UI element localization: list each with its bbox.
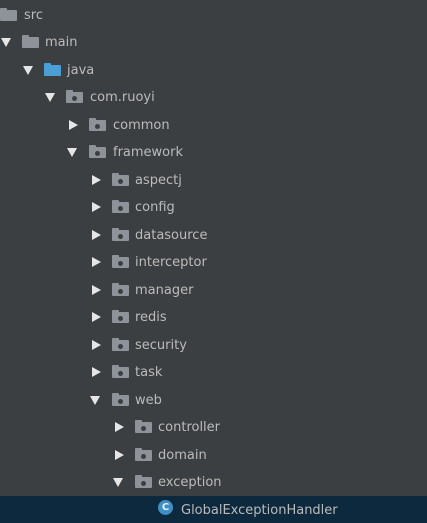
tree-node-manager[interactable]: manager — [0, 278, 427, 303]
tree-node-domain[interactable]: domain — [0, 443, 427, 468]
tree-node-java[interactable]: java — [0, 58, 427, 83]
tree-node-web[interactable]: web — [0, 388, 427, 413]
package-icon — [112, 283, 129, 296]
tree-node-label: common — [113, 118, 170, 133]
tree-node-label: com.ruoyi — [90, 90, 155, 105]
tree-node-interceptor[interactable]: interceptor — [0, 250, 427, 275]
tree-node-label: task — [135, 365, 163, 380]
tree-node-aspectj[interactable]: aspectj — [0, 168, 427, 193]
chevron-right-icon[interactable] — [92, 230, 101, 240]
tree-node-label: domain — [158, 448, 207, 463]
tree-node-security[interactable]: security — [0, 333, 427, 358]
chevron-right-icon[interactable] — [92, 367, 101, 377]
chevron-right-icon[interactable] — [115, 422, 124, 432]
chevron-right-icon[interactable] — [92, 202, 101, 212]
project-tree: src main java com.ruoyi common framework… — [0, 0, 427, 523]
tree-node-framework[interactable]: framework — [0, 140, 427, 165]
tree-node-common[interactable]: common — [0, 113, 427, 138]
tree-node-label: config — [135, 200, 175, 215]
tree-node-label: datasource — [135, 228, 208, 243]
package-icon — [66, 90, 83, 103]
tree-node-redis[interactable]: redis — [0, 305, 427, 330]
tree-node-label: GlobalExceptionHandler — [181, 503, 338, 518]
tree-node-label: controller — [158, 420, 221, 435]
tree-node-label: web — [135, 393, 162, 408]
folder-icon — [0, 8, 17, 21]
tree-node-task[interactable]: task — [0, 360, 427, 385]
tree-node-main[interactable]: main — [0, 30, 427, 55]
chevron-down-icon[interactable] — [23, 66, 33, 75]
tree-node-config[interactable]: config — [0, 195, 427, 220]
chevron-right-icon[interactable] — [92, 285, 101, 295]
package-icon — [112, 200, 129, 213]
tree-node-label: security — [135, 338, 187, 353]
tree-node-label: main — [45, 35, 78, 50]
tree-node-global-exception-handler[interactable]: C GlobalExceptionHandler — [0, 496, 427, 523]
package-icon — [112, 310, 129, 323]
chevron-down-icon[interactable] — [67, 148, 77, 157]
chevron-right-icon[interactable] — [92, 312, 101, 322]
package-icon — [112, 365, 129, 378]
tree-node-exception[interactable]: exception — [0, 470, 427, 495]
package-icon — [112, 173, 129, 186]
package-icon — [112, 255, 129, 268]
package-icon — [112, 338, 129, 351]
tree-node-datasource[interactable]: datasource — [0, 223, 427, 248]
package-icon — [112, 228, 129, 241]
chevron-right-icon[interactable] — [92, 257, 101, 267]
package-icon — [89, 118, 106, 131]
chevron-right-icon[interactable] — [115, 450, 124, 460]
chevron-down-icon[interactable] — [90, 396, 100, 405]
tree-node-com-ruoyi[interactable]: com.ruoyi — [0, 85, 427, 110]
chevron-right-icon[interactable] — [69, 120, 78, 130]
tree-node-label: src — [24, 8, 43, 23]
chevron-right-icon[interactable] — [92, 340, 101, 350]
tree-node-controller[interactable]: controller — [0, 415, 427, 440]
tree-node-label: manager — [135, 283, 194, 298]
package-icon — [112, 393, 129, 406]
package-icon — [135, 448, 152, 461]
package-icon — [89, 145, 106, 158]
tree-node-src[interactable]: src — [0, 3, 427, 28]
package-icon — [135, 420, 152, 433]
java-class-icon: C — [158, 500, 173, 515]
tree-node-label: framework — [113, 145, 184, 160]
source-folder-icon — [44, 63, 61, 76]
chevron-down-icon[interactable] — [1, 38, 11, 47]
chevron-down-icon[interactable] — [113, 478, 123, 487]
tree-node-label: aspectj — [135, 173, 182, 188]
tree-node-label: redis — [135, 310, 167, 325]
folder-icon — [22, 35, 39, 48]
tree-node-label: interceptor — [135, 255, 207, 270]
tree-node-label: exception — [158, 475, 222, 490]
chevron-right-icon[interactable] — [92, 175, 101, 185]
chevron-down-icon[interactable] — [45, 93, 55, 102]
package-icon — [135, 475, 152, 488]
tree-node-label: java — [67, 63, 95, 78]
